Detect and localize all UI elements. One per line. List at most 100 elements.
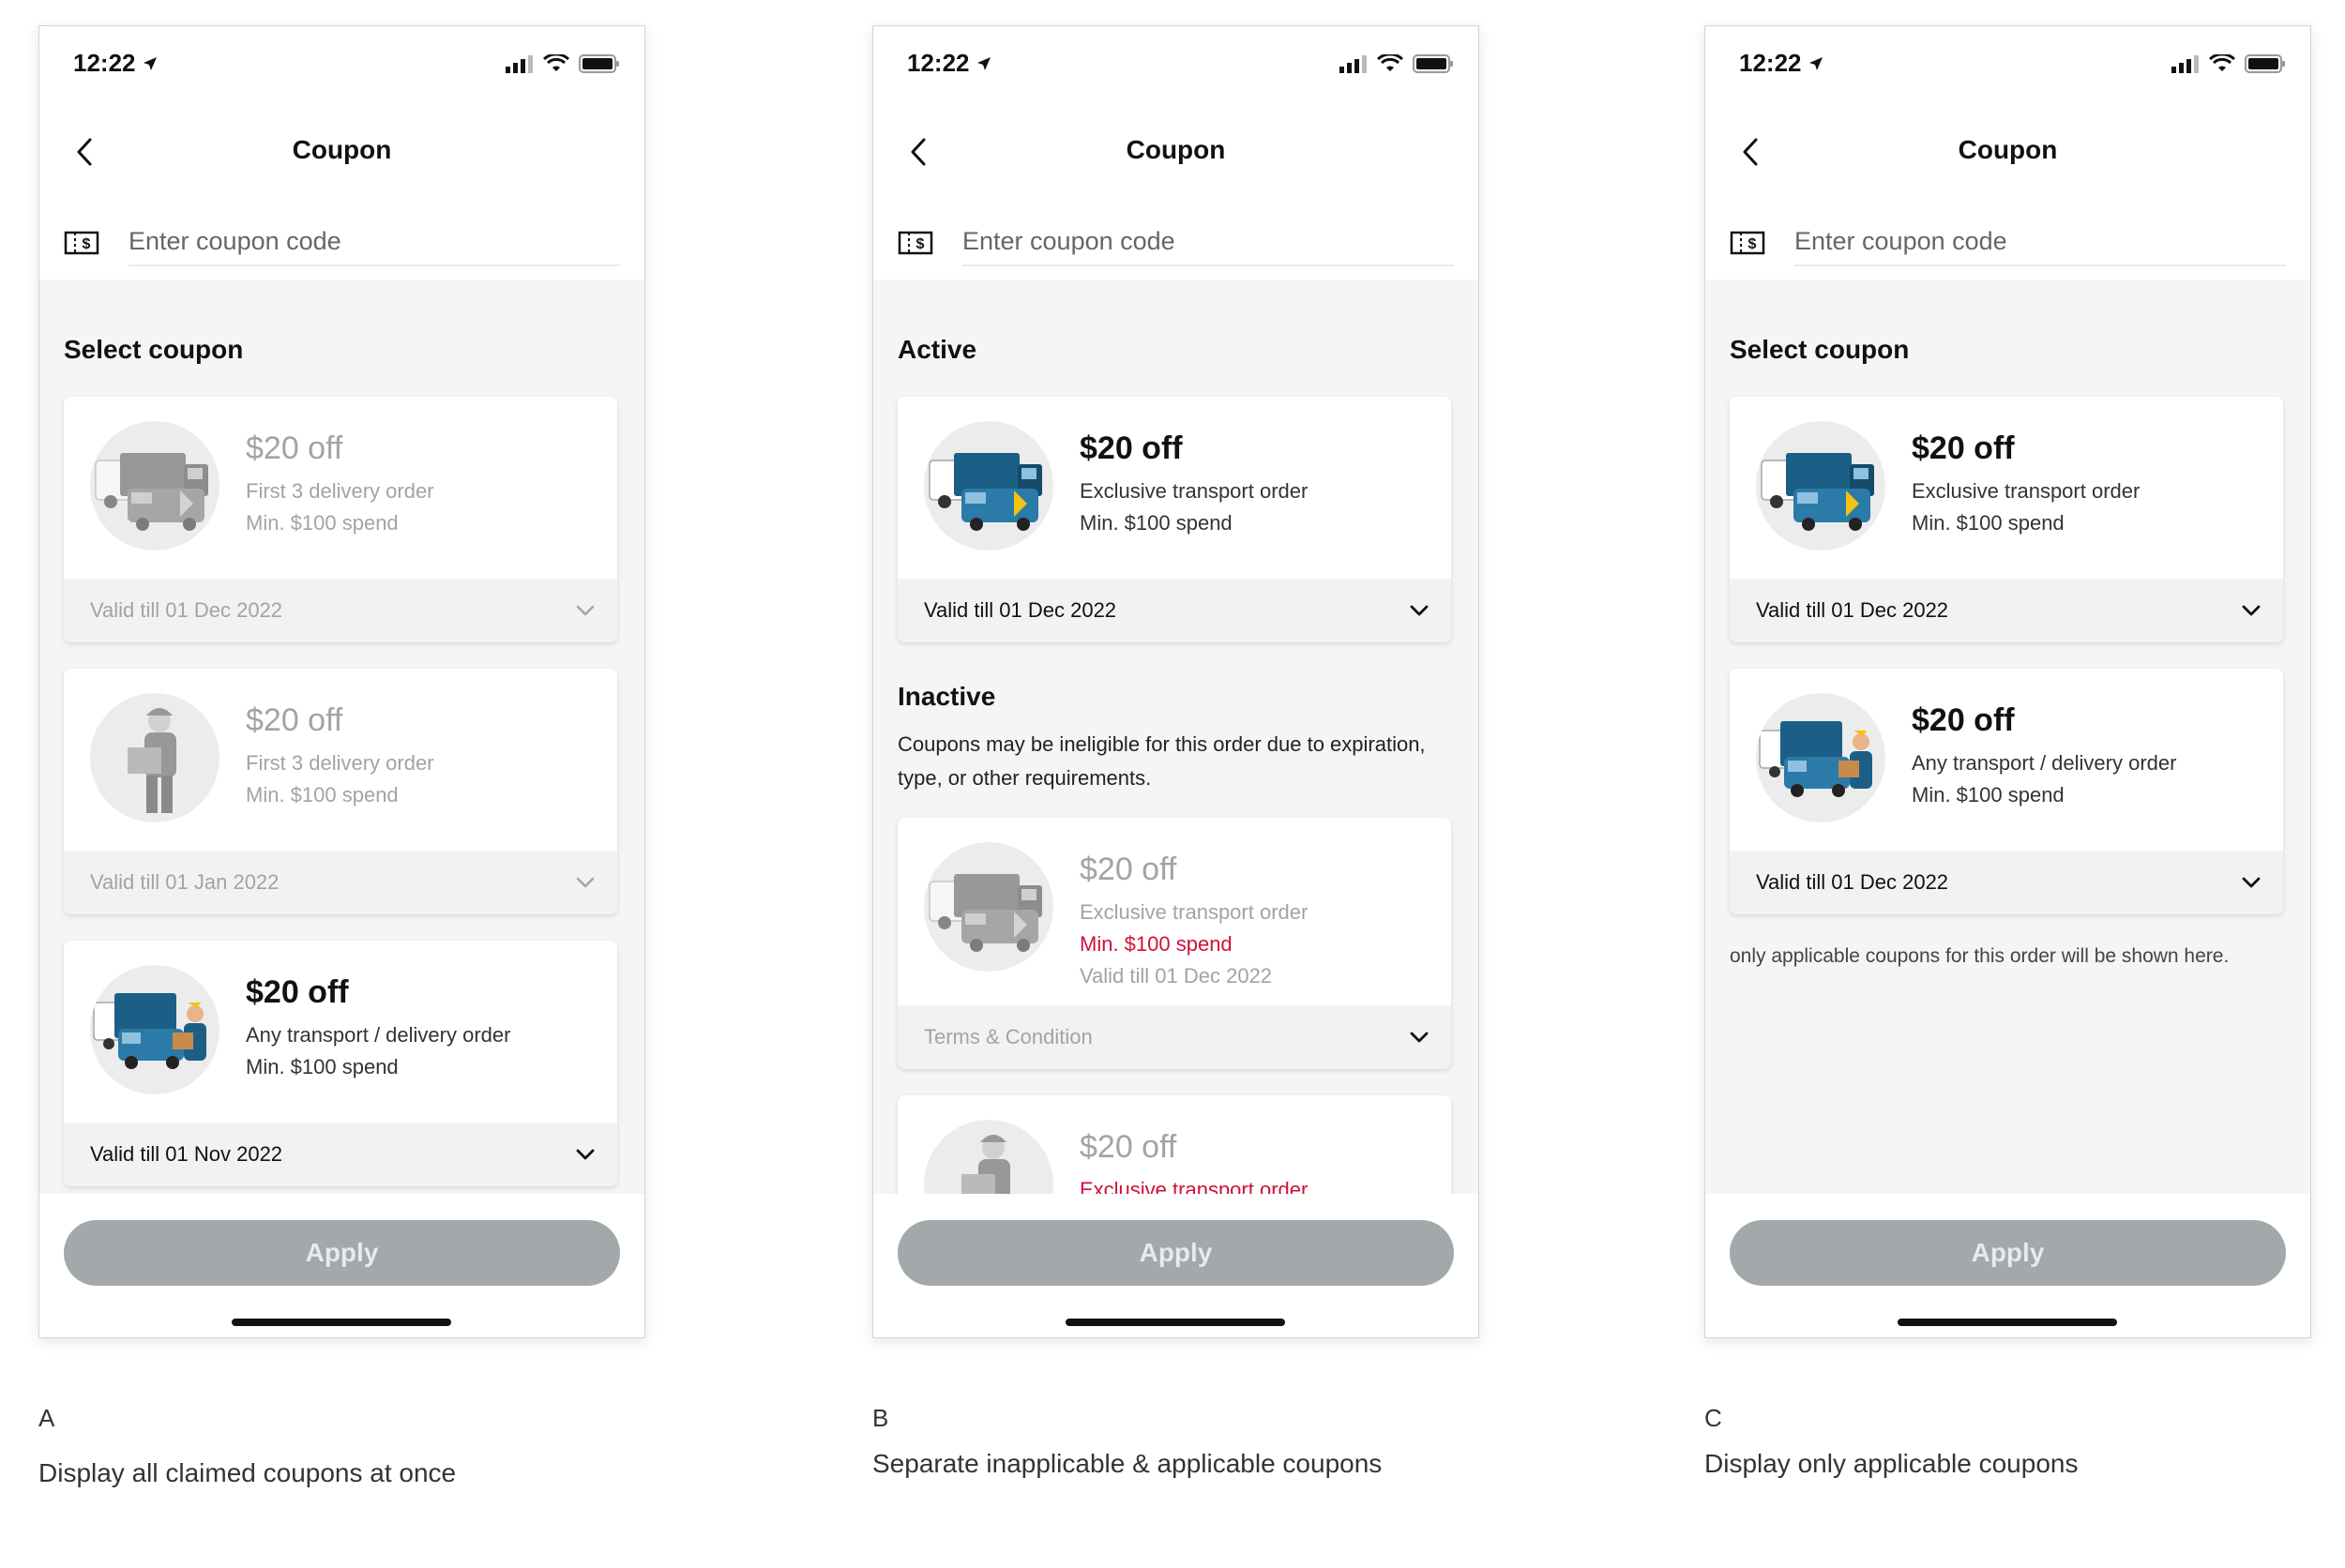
phone-screen-c: 12:22 Coupon $ Select coupon $20 off Ex (1704, 25, 2311, 1338)
location-arrow-icon (976, 56, 991, 70)
inactive-description: Coupons may be ineligible for this order… (898, 732, 1426, 790)
status-time: 12:22 (73, 49, 136, 77)
apply-button[interactable]: Apply (898, 1220, 1454, 1286)
coupon-scope: Exclusive transport order (1080, 900, 1309, 924)
coupon-scope: Exclusive transport order (1080, 479, 1309, 503)
variant-caption: Display only applicable coupons (1704, 1449, 2079, 1478)
coupon-min-spend: Min. $100 spend (246, 1055, 399, 1078)
battery-icon (2245, 54, 2285, 73)
phone-screen-b: 12:22 Coupon $ Active $20 off Exclusive (872, 25, 1479, 1338)
coupon-footer[interactable]: Valid till 01 Dec 2022 (64, 579, 617, 642)
chevron-down-icon[interactable] (2240, 871, 2262, 894)
variant-letter: A (38, 1404, 55, 1432)
chevron-down-icon[interactable] (574, 871, 597, 894)
coupon-list: Select coupon $20 off First 3 delivery o… (39, 279, 644, 1194)
variant-b: 12:22 Coupon $ Active $20 off Exclusive (872, 25, 1479, 1478)
truck-courier-icon (90, 965, 219, 1094)
coupon-min-spend: Min. $100 spend (1912, 783, 2065, 807)
signal-icon (2171, 55, 2199, 73)
coupon-card[interactable]: $20 off First 3 delivery order Min. $100… (64, 397, 617, 642)
coupon-validity: Valid till 01 Nov 2022 (90, 1142, 283, 1166)
voucher-icon: $ (898, 231, 933, 255)
coupon-validity: Valid till 01 Dec 2022 (1756, 598, 1949, 622)
coupon-code-input[interactable] (1794, 218, 2286, 266)
chevron-down-icon[interactable] (2240, 599, 2262, 622)
coupon-scope: Any transport / delivery order (246, 1023, 511, 1047)
coupon-title: $20 off (1080, 1129, 1177, 1165)
nav-bar: Coupon (873, 120, 1478, 186)
svg-text:$: $ (916, 236, 925, 252)
coupon-footer[interactable]: Valid till 01 Dec 2022 (1730, 579, 2283, 642)
apply-button[interactable]: Apply (1730, 1220, 2286, 1286)
coupon-code-input[interactable] (962, 218, 1454, 266)
coupon-scope: First 3 delivery order (246, 479, 434, 503)
variant-letter: B (872, 1404, 889, 1432)
page-title: Coupon (292, 135, 392, 164)
home-indicator (232, 1319, 451, 1326)
status-time: 12:22 (907, 49, 970, 77)
coupon-title: $20 off (246, 430, 343, 466)
svg-text:$: $ (83, 236, 91, 252)
coupon-footer[interactable]: Valid till 01 Jan 2022 (64, 851, 617, 914)
voucher-icon: $ (64, 231, 99, 255)
truck-icon (924, 1120, 1053, 1194)
location-arrow-icon (143, 56, 157, 70)
coupon-validity: Valid till 01 Dec 2022 (90, 598, 283, 622)
apply-bar: Apply (39, 1194, 644, 1337)
apply-bar: Apply (1705, 1194, 2310, 1337)
location-arrow-icon (1808, 56, 1823, 70)
coupon-scope: Any transport / delivery order (1912, 751, 2177, 775)
coupon-validity: Valid till 01 Jan 2022 (90, 870, 280, 894)
variant-caption: Separate inapplicable & applicable coupo… (872, 1449, 1383, 1478)
courier-icon (90, 693, 219, 822)
truck-icon (924, 421, 1053, 550)
section-title: Select coupon (64, 335, 244, 364)
coupon-title: $20 off (246, 974, 349, 1010)
coupon-footer[interactable]: Valid till 01 Dec 2022 (898, 579, 1451, 642)
coupon-footer[interactable]: Valid till 01 Dec 2022 (1730, 851, 2283, 914)
wifi-icon (2209, 54, 2235, 71)
battery-icon (579, 54, 619, 73)
applicable-note: only applicable coupons for this order w… (1730, 945, 2230, 967)
coupon-title: $20 off (1912, 430, 2015, 466)
chevron-down-icon[interactable] (1408, 1026, 1430, 1048)
coupon-title: $20 off (246, 702, 343, 738)
coupon-card[interactable]: $20 off Exclusive transport order Min. $… (898, 818, 1451, 1069)
coupon-validity: Valid till 01 Dec 2022 (1080, 964, 1273, 988)
variant-letter: C (1704, 1404, 1722, 1432)
apply-bar: Apply (873, 1194, 1478, 1337)
variant-c: 12:22 Coupon $ Select coupon $20 off Ex (1704, 25, 2311, 1478)
coupon-scope: Exclusive transport order (1912, 479, 2141, 503)
section-title-active: Active (898, 335, 977, 364)
coupon-min-spend: Min. $100 spend (1080, 511, 1233, 535)
coupon-code-input[interactable] (129, 218, 620, 266)
signal-icon (1339, 55, 1367, 73)
coupon-card[interactable]: $20 off Exclusive transport order Min. $… (898, 397, 1451, 642)
variant-a: 12:22 Coupon $ Select coupon $20 off Fi (38, 25, 645, 1487)
truck-icon (924, 842, 1053, 972)
coupon-footer[interactable]: Terms & Condition (898, 1005, 1451, 1069)
coupon-footer[interactable]: Valid till 01 Nov 2022 (64, 1123, 617, 1186)
coupon-card[interactable]: $20 off Exclusive transport order Min. $… (1730, 397, 2283, 642)
coupon-list: Select coupon $20 off Exclusive transpor… (1705, 279, 2310, 1194)
coupon-validity: Valid till 01 Dec 2022 (924, 598, 1117, 622)
truck-courier-icon (1756, 693, 1885, 822)
coupon-title: $20 off (1080, 430, 1183, 466)
nav-bar: Coupon (39, 120, 644, 186)
coupon-card[interactable]: $20 off Any transport / delivery order M… (1730, 669, 2283, 914)
coupon-card[interactable]: $20 off First 3 delivery order Min. $100… (64, 669, 617, 914)
battery-icon (1413, 54, 1453, 73)
chevron-down-icon[interactable] (1408, 599, 1430, 622)
coupon-min-spend: Min. $100 spend (1080, 932, 1233, 956)
wifi-icon (1377, 54, 1403, 71)
chevron-down-icon[interactable] (574, 599, 597, 622)
coupon-card[interactable]: $20 off Any transport / delivery order M… (64, 941, 617, 1186)
coupon-list: Active $20 off Exclusive transport order… (873, 279, 1478, 1194)
terms-label: Terms & Condition (924, 1025, 1093, 1048)
chevron-down-icon[interactable] (574, 1143, 597, 1166)
apply-button[interactable]: Apply (64, 1220, 620, 1286)
coupon-min-spend: Min. $100 spend (1912, 511, 2065, 535)
signal-icon (506, 55, 533, 73)
coupon-card[interactable]: $20 off Exclusive transport order (898, 1095, 1451, 1194)
coupon-scope: First 3 delivery order (246, 751, 434, 775)
